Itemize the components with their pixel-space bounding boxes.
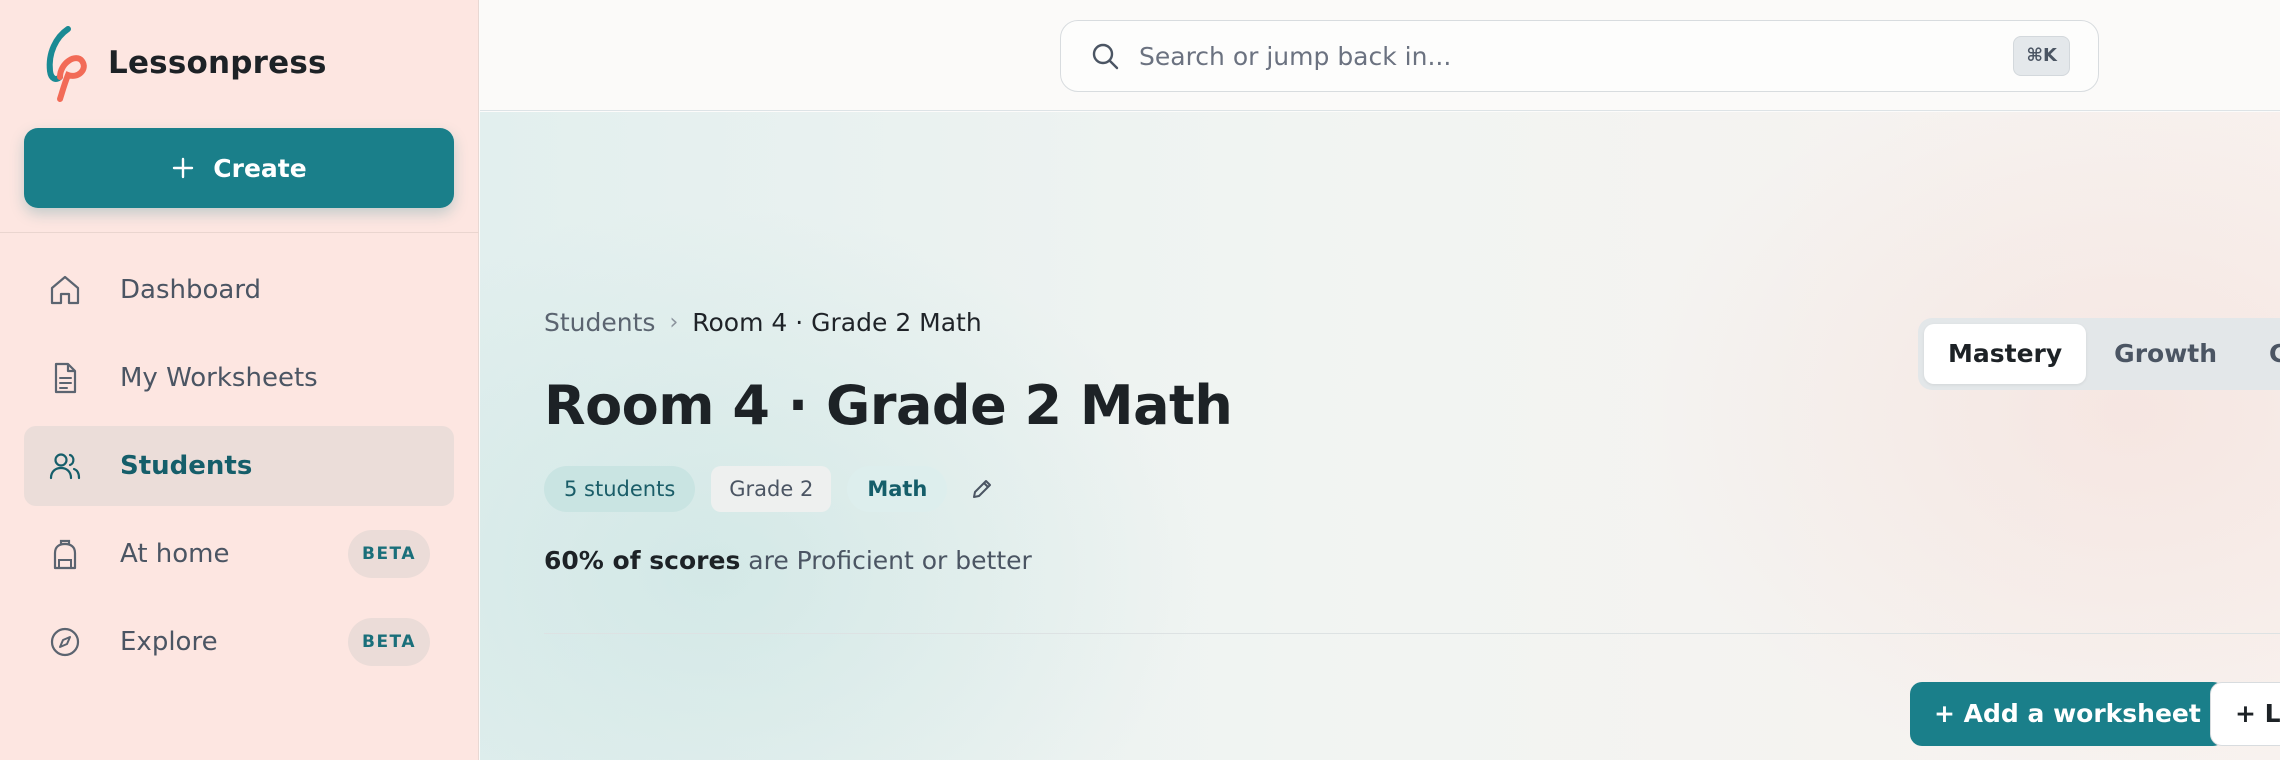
backpack-icon (53, 539, 77, 570)
search-bar[interactable]: ⌘K (1060, 20, 2099, 92)
beta-badge: BETA (347, 618, 430, 666)
tab-mastery[interactable]: Mastery (1924, 324, 2087, 384)
app-name: Lessonpress (108, 45, 327, 81)
lessonpress-logo-icon (46, 26, 87, 102)
subject-chip: Math (847, 466, 948, 512)
sidebar: Lessonpress Create Dashboard My Workshee… (0, 0, 479, 760)
breadcrumb-link-students[interactable]: Students (544, 308, 655, 337)
create-button[interactable]: Create (24, 128, 454, 208)
breadcrumb-separator: › (669, 310, 679, 335)
sidebar-item-label: Dashboard (120, 275, 262, 305)
section-divider (544, 633, 2280, 634)
breadcrumb: Students › Room 4 · Grade 2 Math (544, 308, 982, 337)
create-button-label: Create (213, 153, 307, 183)
sidebar-item-students[interactable]: Students (24, 426, 454, 506)
grade-chip: Grade 2 (711, 466, 832, 512)
class-meta-chips: 5 students Grade 2 Math (544, 466, 995, 512)
home-icon (50, 275, 80, 305)
search-input[interactable] (1139, 41, 2014, 71)
sidebar-item-at-home[interactable]: At home BETA (24, 514, 454, 594)
sidebar-item-my-worksheets[interactable]: My Worksheets (24, 338, 454, 418)
plus-icon (173, 157, 194, 179)
document-icon (54, 362, 77, 394)
beta-badge: BETA (347, 530, 430, 578)
keyboard-shortcut-hint: ⌘K (2013, 36, 2070, 76)
sidebar-nav: Dashboard My Worksheets Students At home… (24, 250, 454, 690)
proficiency-summary-highlight: 60% of scores (544, 546, 741, 575)
view-tabs: Mastery Growth Cov (1918, 318, 2280, 390)
tab-coverage[interactable]: Cov (2245, 324, 2280, 384)
secondary-add-button[interactable]: + Lo (2210, 682, 2280, 746)
sidebar-item-label: My Worksheets (120, 363, 318, 393)
brand[interactable]: Lessonpress (38, 22, 327, 104)
breadcrumb-current: Room 4 · Grade 2 Math (692, 308, 982, 337)
student-count-chip[interactable]: 5 students (544, 466, 696, 512)
sidebar-item-label: Explore (120, 627, 218, 657)
sidebar-item-dashboard[interactable]: Dashboard (24, 250, 454, 330)
proficiency-summary: 60% of scores are Proficient or better (544, 546, 1032, 575)
pencil-icon[interactable] (969, 476, 995, 502)
main-content: Students › Room 4 · Grade 2 Math Room 4 … (480, 112, 2280, 760)
tab-growth[interactable]: Growth (2090, 324, 2241, 384)
sidebar-item-explore[interactable]: Explore BETA (24, 602, 454, 682)
sidebar-divider (0, 232, 479, 233)
search-icon (1092, 43, 1119, 70)
page-title: Room 4 · Grade 2 Math (544, 374, 1233, 437)
sidebar-item-label: At home (120, 539, 230, 569)
add-worksheet-button[interactable]: + Add a worksheet (1910, 682, 2225, 746)
compass-icon (50, 627, 80, 657)
top-bar: ⌘K (480, 0, 2280, 111)
users-icon (49, 453, 81, 480)
sidebar-item-label: Students (120, 451, 253, 481)
proficiency-summary-text: are Proficient or better (748, 546, 1032, 575)
